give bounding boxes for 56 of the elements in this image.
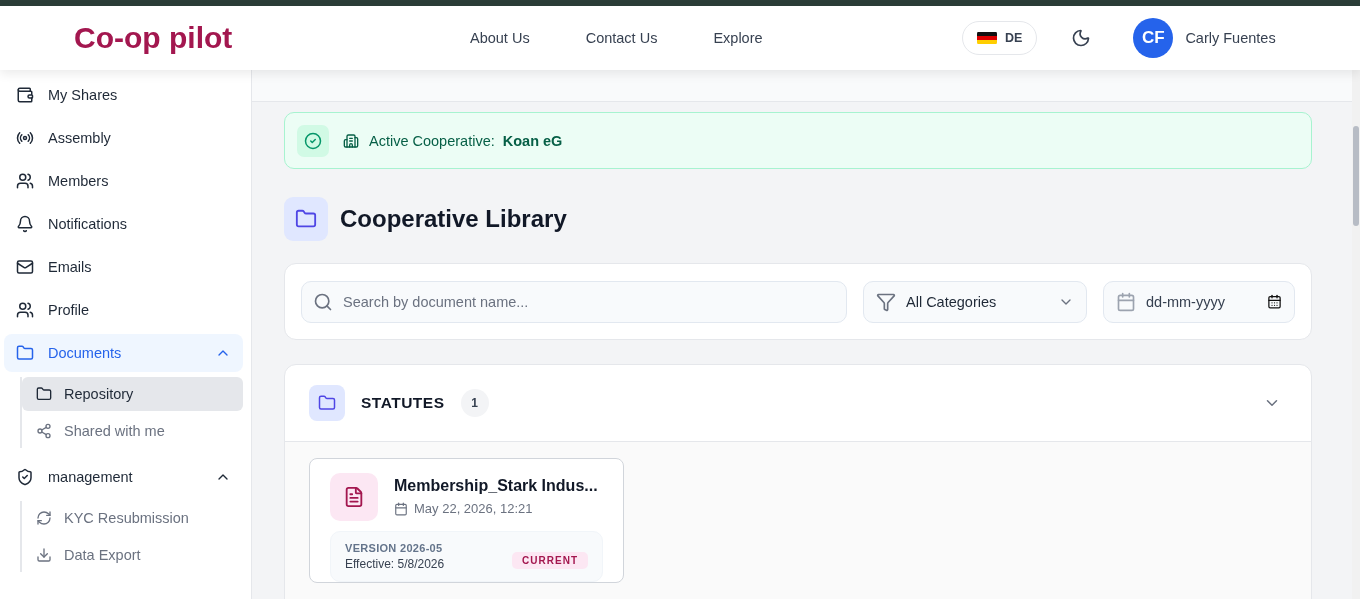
user-avatar[interactable]: CF [1133, 18, 1174, 58]
banner-label: Active Cooperative: [369, 132, 495, 149]
users-icon [16, 172, 34, 190]
document-date: May 22, 2026, 12:21 [414, 501, 533, 516]
flag-icon [977, 31, 997, 45]
refresh-icon [36, 510, 52, 526]
shield-icon [16, 468, 34, 486]
sidebar-item[interactable]: Notifications [4, 205, 243, 243]
building-icon [343, 132, 359, 149]
calendar-icon [394, 501, 408, 516]
category-select[interactable]: All Categories [863, 280, 1087, 323]
version-label: VERSION 2026-05 [345, 542, 444, 554]
document-name: Membership_Stark Indus... [394, 477, 598, 495]
broadcast-icon [16, 129, 34, 147]
app-logo[interactable]: Co-op pilot [0, 21, 470, 55]
section-title: STATUTES [361, 394, 445, 412]
language-button[interactable]: DE [962, 21, 1038, 55]
folder-icon [36, 386, 52, 402]
sidebar-item[interactable]: Assembly [4, 119, 243, 157]
document-icon [330, 473, 378, 521]
sidebar-subitem[interactable]: Data Export [22, 538, 243, 572]
sidebar-subitem[interactable]: Repository [22, 377, 243, 411]
nav-link[interactable]: Contact Us [585, 30, 658, 46]
sidebar-group[interactable]: management [4, 458, 243, 496]
nav-link[interactable]: Explore [713, 30, 763, 46]
folder-icon [284, 197, 328, 241]
sidebar-group[interactable]: Documents [4, 334, 243, 372]
sidebar-item[interactable]: Members [4, 162, 243, 200]
document-card[interactable]: Membership_Stark Indus... May 22, 2026, 12:21 VERSION 2026-05 Effective: 5/8/2026 CURRENT [309, 458, 624, 583]
page-title: Cooperative Library [340, 205, 567, 233]
folder-icon [309, 385, 345, 421]
user-name: Carly Fuentes [1185, 30, 1276, 46]
scrollbar[interactable] [1352, 70, 1360, 599]
banner-value: Koan eG [502, 132, 563, 149]
search-icon [313, 291, 333, 312]
sidebar-subitem[interactable]: KYC Resubmission [22, 501, 243, 535]
sidebar-item[interactable]: My Shares [4, 76, 243, 114]
document-count: 1 [460, 389, 489, 417]
download-icon [36, 547, 52, 563]
calendar-icon [1116, 291, 1136, 312]
wallet-icon [16, 86, 34, 104]
search-field[interactable]: Search by document name... [301, 280, 847, 323]
mail-icon [16, 258, 34, 276]
bell-icon [16, 215, 34, 233]
share-icon [36, 423, 52, 439]
status-badge: CURRENT [512, 552, 588, 569]
folder-icon [16, 344, 34, 362]
calendar-icon [1267, 294, 1282, 309]
nav-link[interactable]: About Us [470, 30, 530, 46]
users-icon [16, 301, 34, 319]
date-field[interactable]: dd-mm-yyyy [1103, 280, 1295, 323]
effective-date: Effective: 5/8/2026 [345, 557, 445, 571]
filter-icon [876, 291, 896, 312]
sidebar-subitem[interactable]: Shared with me [22, 414, 243, 448]
sidebar-item[interactable]: Emails [4, 248, 243, 286]
sidebar-item[interactable]: Profile [4, 291, 243, 329]
